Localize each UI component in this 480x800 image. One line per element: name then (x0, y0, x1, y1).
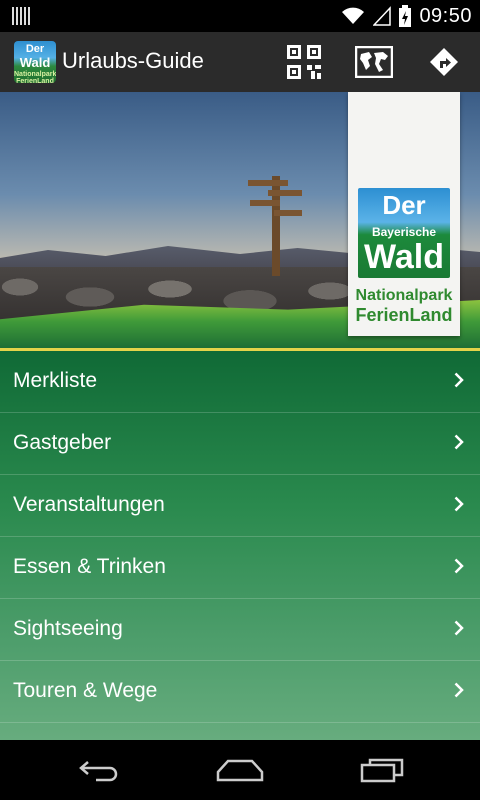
wifi-icon (342, 7, 365, 24)
notification-icon (12, 7, 30, 25)
menu-item-label: Gastgeber (13, 431, 112, 454)
logo-text-nationalpark: Nationalpark (355, 287, 453, 304)
home-button[interactable] (200, 750, 280, 790)
back-button[interactable] (60, 750, 140, 790)
chevron-right-icon (454, 372, 464, 388)
menu-item-veranstaltungen[interactable]: Veranstaltungen (0, 475, 480, 537)
directions-button[interactable] (422, 40, 466, 84)
home-icon (216, 759, 264, 782)
signpost-image (248, 176, 302, 276)
menu-item-gastgeber[interactable]: Gastgeber (0, 413, 480, 475)
menu-item-touren-wege[interactable]: Touren & Wege (0, 661, 480, 723)
menu-item-sightseeing[interactable]: Sightseeing (0, 599, 480, 661)
clock: 09:50 (419, 4, 472, 27)
menu-item-merkliste[interactable]: Merkliste (0, 351, 480, 413)
recents-button[interactable] (342, 750, 422, 790)
brand-logo: Der Bayerische Wald Nationalpark FerienL… (348, 92, 460, 336)
app-icon-line-1: Der (25, 43, 45, 55)
logo-text-wald: Wald (364, 238, 444, 276)
menu-item-label: Touren & Wege (13, 679, 158, 702)
qr-code-icon (287, 45, 321, 79)
back-icon (79, 761, 118, 782)
menu-item-label: Merkliste (13, 369, 98, 392)
recents-icon (360, 758, 404, 783)
menu-item-essen-trinken[interactable]: Essen & Trinken (0, 537, 480, 599)
app-icon-line-3: Nationalpark FerienLand (14, 71, 56, 83)
map-icon (355, 46, 393, 78)
navigation-bar (0, 740, 480, 800)
chevron-right-icon (454, 496, 464, 512)
action-bar: Der Wald Nationalpark FerienLand Urlaubs… (0, 32, 480, 92)
app-icon[interactable]: Der Wald Nationalpark FerienLand (14, 41, 56, 83)
directions-icon (430, 48, 458, 76)
menu-item-label: Veranstaltungen (13, 493, 165, 516)
battery-icon (399, 5, 412, 27)
chevron-right-icon (454, 620, 464, 636)
signal-icon (373, 6, 392, 26)
chevron-right-icon (454, 434, 464, 450)
status-icons: 09:50 (341, 0, 472, 32)
hero-banner: Der Bayerische Wald Nationalpark FerienL… (0, 92, 480, 348)
logo-text-ferienland: FerienLand (355, 305, 453, 325)
main-menu: Merkliste Gastgeber Veranstaltungen Esse… (0, 351, 480, 740)
chevron-right-icon (454, 558, 464, 574)
logo-text-der: Der (382, 190, 426, 220)
chevron-right-icon (454, 682, 464, 698)
brand-logo-mark: Der Bayerische Wald (358, 188, 450, 278)
logo-text-bayerische: Bayerische (371, 225, 437, 239)
menu-item-label: Sightseeing (13, 617, 123, 640)
app-title: Urlaubs-Guide (62, 48, 204, 73)
qr-code-button[interactable] (282, 40, 326, 84)
map-button[interactable] (352, 40, 396, 84)
app-icon-line-2: Wald (19, 55, 51, 70)
status-bar: 09:50 (0, 0, 480, 32)
menu-item-label: Essen & Trinken (13, 555, 166, 578)
